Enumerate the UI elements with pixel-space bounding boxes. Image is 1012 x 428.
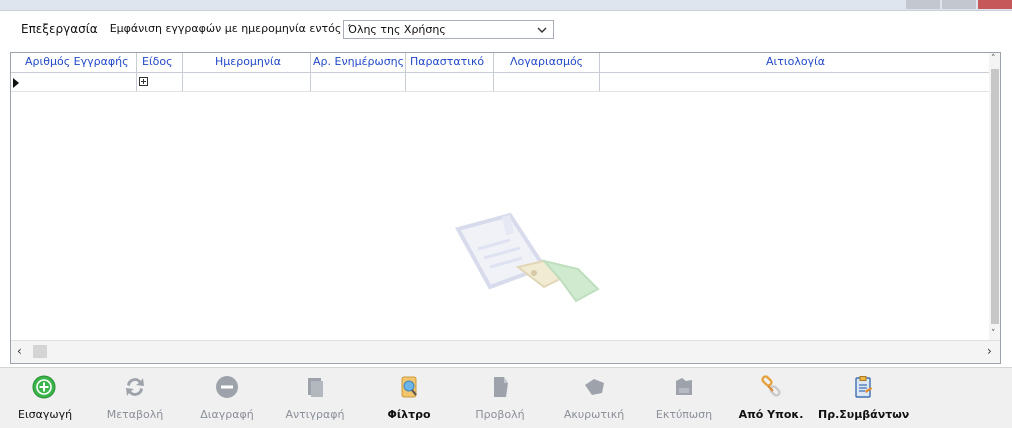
vertical-scrollbar[interactable]: ˄ ˅ (989, 53, 1000, 343)
expand-icon[interactable] (139, 77, 148, 86)
clipboard-icon (855, 376, 872, 398)
from-subaccount-button[interactable]: Από Υποκ. (738, 368, 804, 428)
from-subaccount-label: Από Υποκ. (738, 408, 804, 421)
date-filter-value: Όλης της Χρήσης (348, 23, 446, 36)
remove-circle-icon (216, 376, 238, 398)
column-update-number[interactable]: Αρ. Ενημέρωσης (311, 53, 406, 91)
cancellation-button[interactable]: Ακυρωτική (560, 368, 628, 428)
copy-icon (308, 378, 323, 397)
horizontal-scroll-thumb[interactable] (33, 345, 47, 358)
column-header: Λογαριασμός (510, 55, 584, 68)
print-button[interactable]: Εκτύπωση (652, 368, 716, 428)
insert-button[interactable]: Εισαγωγή (18, 368, 73, 428)
cancellation-label: Ακυρωτική (563, 408, 625, 421)
event-reports-label: Πρ.Συμβάντων (818, 408, 910, 421)
minimize-icon[interactable] (906, 0, 940, 9)
column-header: Αρ. Ενημέρωσης (313, 55, 405, 68)
vertical-scroll-thumb[interactable] (991, 69, 999, 324)
horizontal-scrollbar[interactable]: ‹ › (11, 340, 1000, 363)
column-header: Αριθμός Εγγραφής (25, 55, 129, 68)
modify-button[interactable]: Μεταβολή (104, 368, 166, 428)
chevron-down-icon (537, 27, 547, 33)
print-label: Εκτύπωση (655, 408, 713, 421)
view-button[interactable]: Προβολή (470, 368, 530, 428)
column-header: Ημερομηνία (215, 55, 282, 68)
edit-menu[interactable]: Επεξεργασία (21, 22, 98, 36)
column-entry-number[interactable]: Αριθμός Εγγραφής (23, 53, 137, 91)
row-indicator-icon (13, 78, 19, 88)
view-icon (494, 377, 508, 397)
column-reason[interactable]: Αιτιολογία (600, 53, 989, 91)
column-header: Είδος (142, 55, 173, 68)
action-bar: Εισαγωγή Μεταβολή Διαγραφή Αντιγραφή Φίλ… (0, 367, 1012, 428)
date-filter-label: Εμφάνιση εγγραφών με ημερομηνία εντός (109, 22, 342, 35)
column-document[interactable]: Παραστατικό (406, 53, 494, 91)
scroll-left-icon[interactable]: ‹ (17, 344, 22, 358)
add-circle-icon (32, 375, 56, 399)
entries-grid[interactable]: Αριθμός Εγγραφής Είδος Ημερομηνία Αρ. Εν… (10, 52, 1001, 364)
document-pen-icon (455, 212, 600, 303)
copy-label: Αντιγραφή (285, 408, 345, 421)
close-icon[interactable] (978, 0, 1012, 9)
date-filter-select[interactable]: Όλης της Χρήσης (343, 20, 554, 39)
insert-label: Εισαγωγή (18, 408, 73, 421)
column-header: Παραστατικό (410, 55, 485, 68)
view-label: Προβολή (475, 408, 525, 421)
filter-button[interactable]: Φίλτρο (384, 368, 434, 428)
column-account[interactable]: Λογαριασμός (494, 53, 600, 91)
delete-button[interactable]: Διαγραφή (196, 368, 258, 428)
scroll-right-icon[interactable]: › (987, 344, 992, 358)
window-title-strip (0, 0, 1012, 11)
copy-button[interactable]: Αντιγραφή (282, 368, 348, 428)
column-header: Αιτιολογία (766, 55, 826, 68)
modify-label: Μεταβολή (106, 408, 164, 421)
scroll-up-icon[interactable]: ˄ (991, 54, 996, 64)
filter-icon (401, 376, 417, 398)
refresh-icon (126, 378, 144, 396)
toolbar: Επεξεργασία Εμφάνιση εγγραφών με ημερομη… (0, 12, 1012, 45)
delete-label: Διαγραφή (200, 408, 254, 421)
scroll-down-icon[interactable]: ˅ (991, 329, 996, 339)
maximize-icon[interactable] (942, 0, 976, 9)
cancellation-icon (585, 379, 604, 395)
link-icon (761, 375, 781, 397)
print-icon (676, 378, 692, 395)
event-reports-button[interactable]: Πρ.Συμβάντων (818, 368, 910, 428)
filter-label: Φίλτρο (387, 408, 431, 421)
column-date[interactable]: Ημερομηνία (183, 53, 311, 91)
